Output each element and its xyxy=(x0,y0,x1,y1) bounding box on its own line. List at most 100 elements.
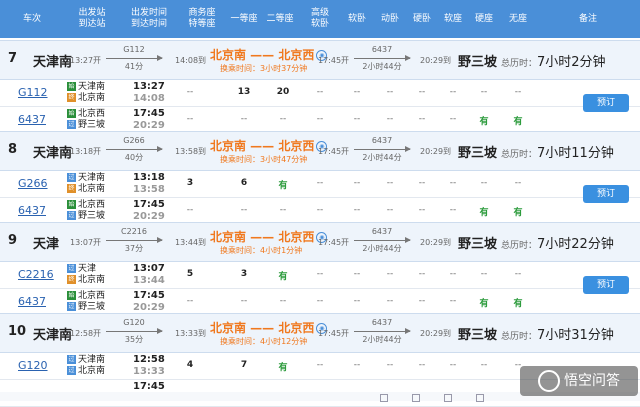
train-code-link[interactable]: 6437 xyxy=(18,295,46,308)
seat-cell: -- xyxy=(449,269,457,279)
arrow-line xyxy=(354,237,411,243)
station-badge: 过 xyxy=(67,120,76,129)
station-badge: 始 xyxy=(67,291,76,300)
station-to: 北京南 xyxy=(78,275,106,285)
seat-cell: -- xyxy=(480,360,488,370)
itinerary-summary: 7 天津南 13:27开 G112 41分 14:08到 北京南 —— 北京西 ◉ 换乘时间：3… xyxy=(0,40,640,80)
seat-cell: 有 xyxy=(513,208,523,218)
leg2-arrow: 6437 2小时44分 xyxy=(350,227,414,257)
time-pair: 13:18 13:58 xyxy=(133,171,173,197)
seat-cell: 有 xyxy=(278,181,288,191)
leg2-depart: 17:45开 xyxy=(318,329,350,338)
leg1-train: G266 xyxy=(123,136,145,145)
depart-time: 13:27开 xyxy=(70,56,102,65)
transfer-route-text: 北京南 —— 北京西 xyxy=(210,230,315,244)
to-station: 野三坡 xyxy=(458,55,498,70)
time-arrive: 20:29 xyxy=(133,211,165,222)
from-station: 天津 xyxy=(33,237,60,252)
itinerary-group: 7 天津南 13:27开 G112 41分 14:08到 北京南 —— 北京西 ◉ 换乘时间：3… xyxy=(0,40,640,134)
itinerary-group: 9 天津 13:07开 C2216 37分 13:44到 北京南 —— 北京西 ◉ 换乘时间：4… xyxy=(0,222,640,316)
seat-cell: -- xyxy=(386,296,394,306)
header-col-0: 车次 xyxy=(22,13,41,24)
station-pair: 过天津南终北京南 xyxy=(67,171,127,197)
seat-cell: -- xyxy=(386,114,394,124)
leg2-depart: 17:45开 xyxy=(318,147,350,156)
station-line: 始北京西 xyxy=(67,200,105,211)
station-line: 过野三坡 xyxy=(67,120,105,131)
station-line: 过天津南 xyxy=(67,355,105,366)
train-code-link[interactable]: 6437 xyxy=(18,113,46,126)
station-badge: 始 xyxy=(67,109,76,118)
station-badge: 始 xyxy=(67,200,76,209)
total-label: 总历时： xyxy=(501,150,538,160)
station-line: 始北京西 xyxy=(67,291,105,302)
seat-cell: -- xyxy=(353,205,361,215)
itinerary-group: 8 天津南 13:18开 G266 40分 13:58到 北京南 —— 北京西 ◉ 换乘时间：3… xyxy=(0,131,640,225)
time-depart: 17:45 xyxy=(133,199,165,210)
leg1-duration: 41分 xyxy=(124,62,144,71)
leg1-arrow: G266 40分 xyxy=(102,136,166,166)
header-col-8: 动卧 xyxy=(380,13,399,24)
station-pair: 始北京西过野三坡 xyxy=(67,198,127,224)
leg1-arrive: 13:44到 xyxy=(175,238,207,247)
station-to: 北京南 xyxy=(78,366,106,376)
leg2-train: 6437 xyxy=(371,227,393,236)
leg1-duration: 37分 xyxy=(124,244,144,253)
leg2-arrive: 20:29到 xyxy=(420,329,452,338)
to-station: 野三坡 xyxy=(458,328,498,343)
book-button[interactable]: 预订 xyxy=(583,94,629,112)
seat-cell: 有 xyxy=(479,117,489,127)
seat-cell: -- xyxy=(418,114,426,124)
leg1-arrow: G112 41分 xyxy=(102,45,166,75)
transfer-time: 换乘时间：4小时1分钟 xyxy=(220,246,303,255)
train-code-link[interactable]: G266 xyxy=(18,177,48,190)
leg2-depart: 17:45开 xyxy=(318,238,350,247)
leg1-arrow: G120 35分 xyxy=(102,318,166,348)
to-station: 野三坡 xyxy=(458,237,498,252)
station-line: 过野三坡 xyxy=(67,302,105,313)
station-badge: 终 xyxy=(67,184,76,193)
station-badge: 过 xyxy=(67,302,76,311)
header-col-1: 出发站 到达站 xyxy=(78,8,106,29)
time-pair: 12:58 13:33 xyxy=(133,353,173,379)
seat-cell: -- xyxy=(316,178,324,188)
station-to: 北京南 xyxy=(78,184,106,194)
seat-cell: -- xyxy=(418,269,426,279)
leg2-duration: 2小时44分 xyxy=(362,244,402,253)
watermark-text: 悟空问答 xyxy=(564,373,620,389)
table-row: 6437 始北京西过野三坡 17:45 20:29 -- -- -- -- -- -- -- -- 有有 xyxy=(0,198,640,225)
book-button[interactable]: 预订 xyxy=(583,185,629,203)
book-button[interactable]: 预订 xyxy=(583,276,629,294)
train-code-link[interactable]: C2216 xyxy=(18,268,54,281)
station-line: 过天津 xyxy=(67,264,96,275)
seat-cell: 3 xyxy=(240,269,248,279)
itinerary-index: 8 xyxy=(8,142,18,157)
transfer-route: 北京南 —— 北京西 ◉ xyxy=(210,46,328,63)
leg2-depart: 17:45开 xyxy=(318,56,350,65)
leg2-arrive: 20:29到 xyxy=(420,56,452,65)
seat-cell: -- xyxy=(480,178,488,188)
seat-cell: -- xyxy=(418,296,426,306)
station-badge: 过 xyxy=(67,355,76,364)
total-duration: 总历时：7小时31分钟 xyxy=(501,324,614,343)
train-code-link[interactable]: G120 xyxy=(18,359,48,372)
seat-cell: -- xyxy=(449,178,457,188)
time-pair: 13:07 13:44 xyxy=(133,262,173,288)
table-row: 6437 始北京西过野三坡 17:45 20:29 -- -- -- -- -- -- -- -- 有有 xyxy=(0,289,640,316)
train-code-link[interactable]: G112 xyxy=(18,86,48,99)
leg1-arrive: 13:58到 xyxy=(175,147,207,156)
train-code-link[interactable]: 6437 xyxy=(18,204,46,217)
station-pair: 过天津终北京南 xyxy=(67,262,127,288)
time-pair: 17:45 20:29 xyxy=(133,107,173,133)
station-badge: 终 xyxy=(67,275,76,284)
table-row: C2216 过天津终北京南 13:07 13:44 5 3 有 -- -- -- -- -- -- -- xyxy=(0,262,640,289)
seat-cell: 4 xyxy=(186,360,194,370)
seat-cell: 6 xyxy=(240,178,248,188)
seat-cell: -- xyxy=(418,178,426,188)
station-pair: 始天津南终北京南 xyxy=(67,80,127,106)
leg1-train: G112 xyxy=(123,45,145,54)
depart-time: 13:18开 xyxy=(70,147,102,156)
table-row: G266 过天津南终北京南 13:18 13:58 3 6 有 -- -- -- -- -- -- -- xyxy=(0,171,640,198)
from-station: 天津南 xyxy=(33,55,73,70)
total-value: 7小时2分钟 xyxy=(537,55,606,70)
